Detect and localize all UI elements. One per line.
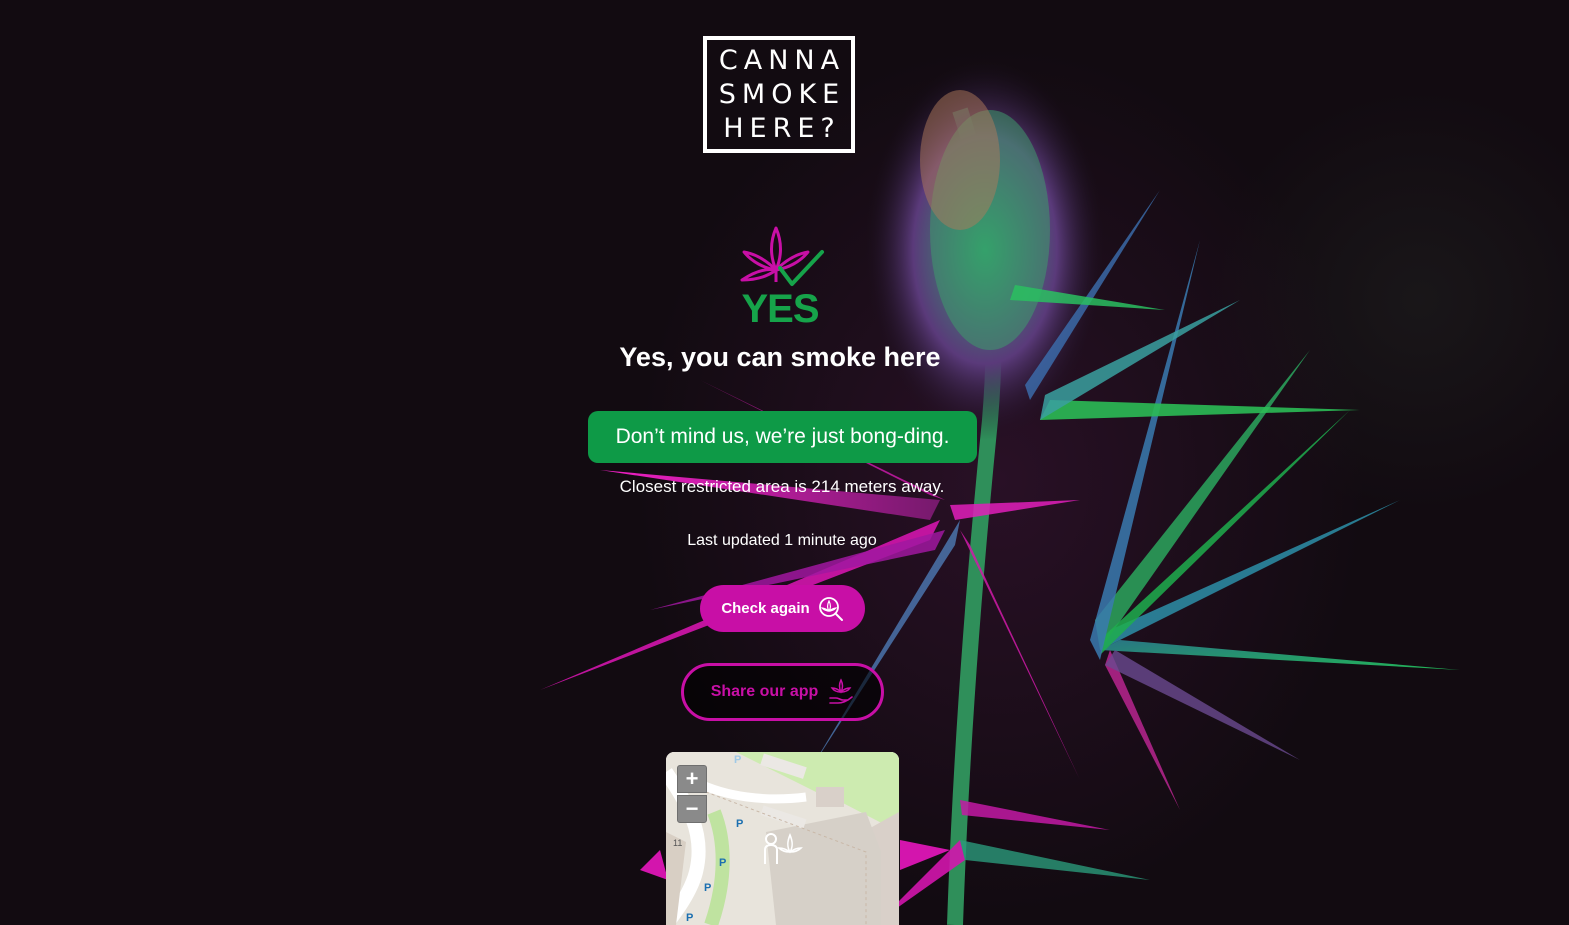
status-banner: Don’t mind us, we’re just bong-ding. (588, 411, 977, 463)
app-logo[interactable]: CANNA SMOKE HERE? (703, 36, 855, 153)
distance-text: Closest restricted area is 214 meters aw… (619, 477, 945, 496)
yes-badge: YES (741, 287, 819, 331)
map-parking-label: P (734, 754, 742, 766)
logo-line-1: CANNA (718, 44, 846, 76)
status-banner-text: Don’t mind us, we’re just bong-ding. (615, 425, 950, 448)
share-app-label: Share our app (710, 683, 819, 700)
cannabis-check-icon (740, 226, 824, 286)
check-again-button[interactable]: Check again (700, 585, 865, 632)
last-updated-text: Last updated 1 minute ago (687, 532, 877, 549)
map-parking-label: P (736, 818, 744, 830)
map-parking-label: P (686, 912, 694, 924)
cannabis-search-icon (818, 596, 843, 621)
person-cannabis-marker-icon[interactable] (762, 830, 804, 868)
logo-line-2: SMOKE (718, 78, 846, 110)
share-app-button[interactable]: Share our app (681, 663, 884, 721)
result-headline: Yes, you can smoke here (619, 342, 941, 372)
app-screen: CANNA SMOKE HERE? YES Yes, you can smoke… (0, 0, 1569, 925)
map-parking-label: P (719, 857, 727, 869)
cannabis-hand-icon (829, 678, 854, 704)
location-map[interactable]: P P P P P 11 + − (666, 752, 899, 925)
logo-line-3: HERE? (723, 112, 841, 144)
check-again-label: Check again (721, 600, 810, 617)
map-parking-label: P (704, 882, 712, 894)
map-zoom-in-button[interactable]: + (677, 765, 707, 793)
map-house-number: 11 (673, 838, 683, 848)
map-zoom-out-button[interactable]: − (677, 795, 707, 823)
